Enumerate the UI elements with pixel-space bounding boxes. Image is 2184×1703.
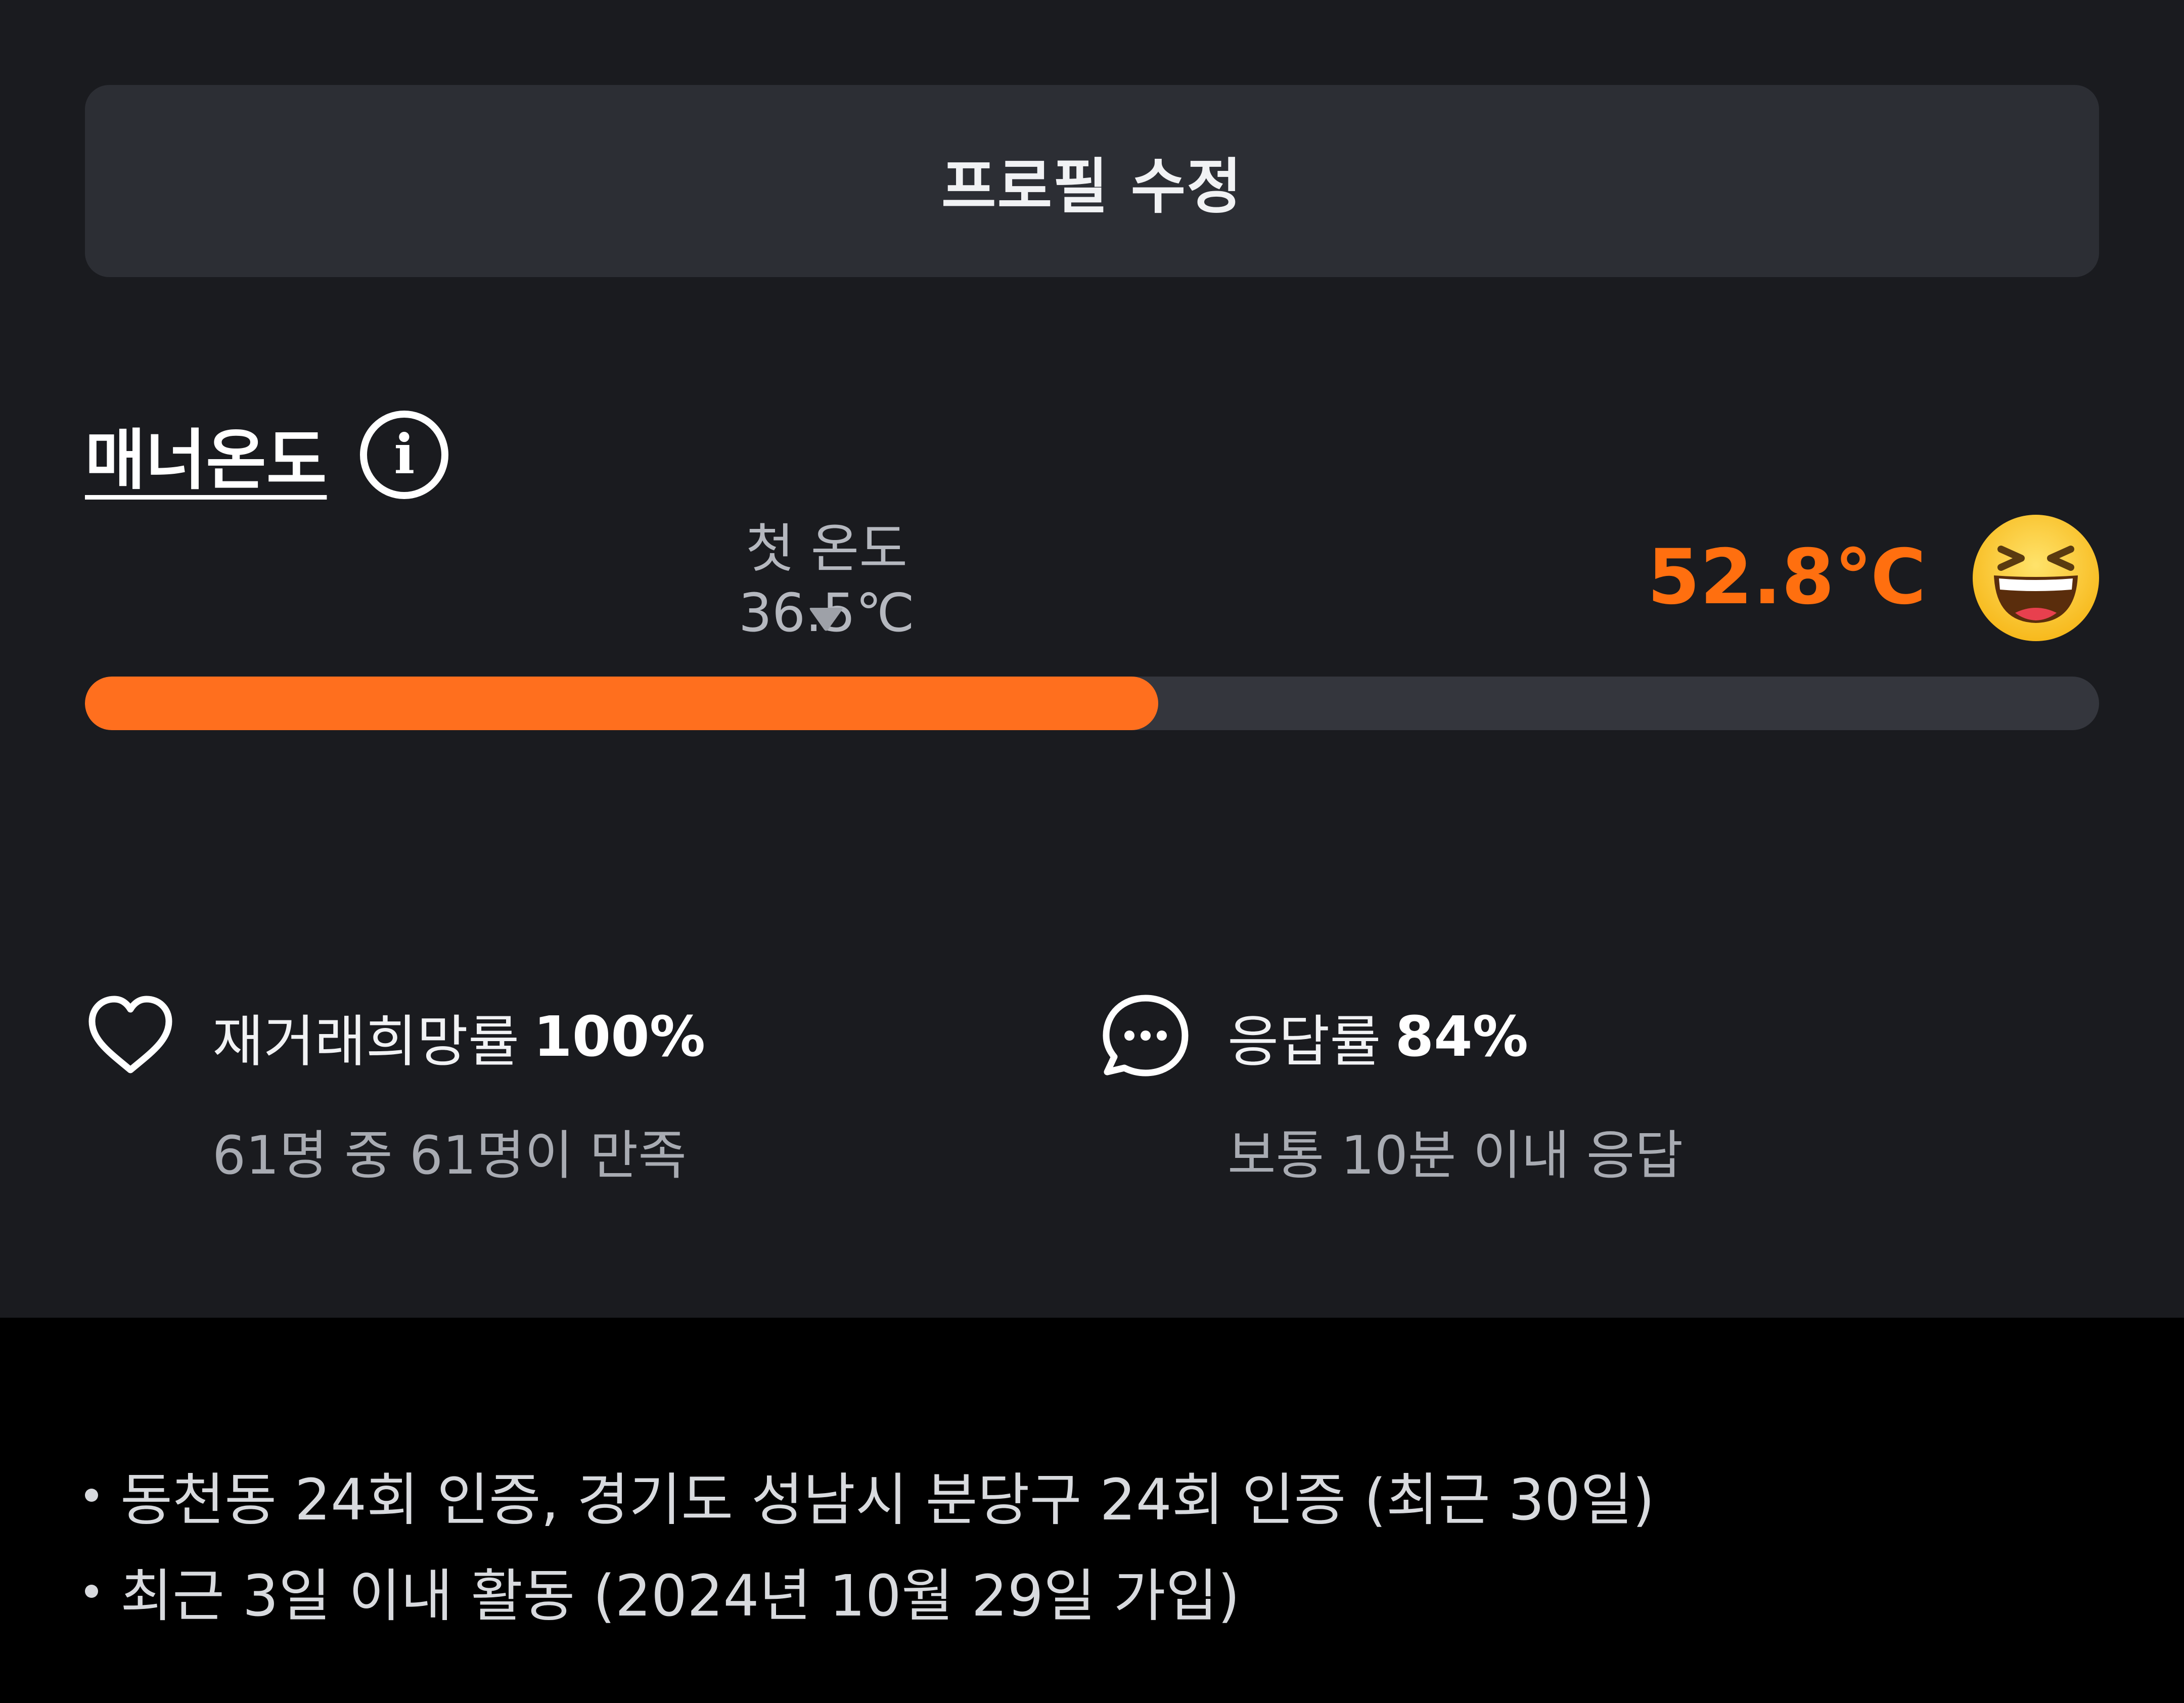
response-rate-value: 84%: [1395, 1004, 1528, 1069]
current-temperature: 52.8℃: [1647, 533, 1926, 621]
grinning-squinting-face-icon: [1973, 515, 2099, 641]
response-rate-detail: 보통 10분 이내 응답: [1227, 1125, 1684, 1186]
activity-line-text: 최근 3일 이내 활동 (2024년 10월 29일 가입): [120, 1563, 1240, 1629]
activity-line-text: 동천동 24회 인증, 경기도 성남시 분당구 24회 인증 (최근 30일): [120, 1467, 1655, 1533]
edit-profile-button[interactable]: 프로필 수정: [85, 85, 2099, 277]
profile-summary-section: 프로필 수정 매너온도 i 첫 온도 36.5℃ 52.8℃ 재거래희망: [0, 0, 2184, 1318]
manner-temperature-bar: [85, 677, 2099, 730]
activity-line-recent: 최근 3일 이내 활동 (2024년 10월 29일 가입): [85, 1550, 1240, 1632]
manner-temperature-bar-fill: [85, 677, 1159, 730]
manner-temperature-header: 매너온도 i: [85, 407, 449, 502]
info-icon[interactable]: i: [360, 410, 449, 499]
chat-bubble-icon: [1103, 995, 1189, 1077]
response-rate-label: 응답률: [1227, 1009, 1381, 1074]
manner-temperature-title[interactable]: 매너온도: [85, 407, 327, 502]
heart-icon: [88, 996, 172, 1073]
activity-line-verification: 동천동 24회 인증, 경기도 성남시 분당구 24회 인증 (최근 30일): [85, 1454, 1655, 1536]
response-rate-stat: 응답률 84% 보통 10분 이내 응답: [1100, 991, 1683, 1189]
bullet-dot-icon: [85, 1585, 98, 1598]
bullet-dot-icon: [85, 1489, 98, 1502]
rehire-rate-label: 재거래희망률: [212, 1009, 520, 1074]
rehire-rate-detail: 61명 중 61명이 만족: [212, 1125, 687, 1186]
activity-section: 동천동 24회 인증, 경기도 성남시 분당구 24회 인증 (최근 30일) …: [0, 1318, 2184, 1703]
first-temperature-marker-icon: [809, 608, 843, 631]
edit-profile-label: 프로필 수정: [941, 151, 1243, 221]
rehire-rate-value: 100%: [533, 1004, 706, 1069]
rehire-rate-stat: 재거래희망률 100% 61명 중 61명이 만족: [85, 991, 705, 1189]
